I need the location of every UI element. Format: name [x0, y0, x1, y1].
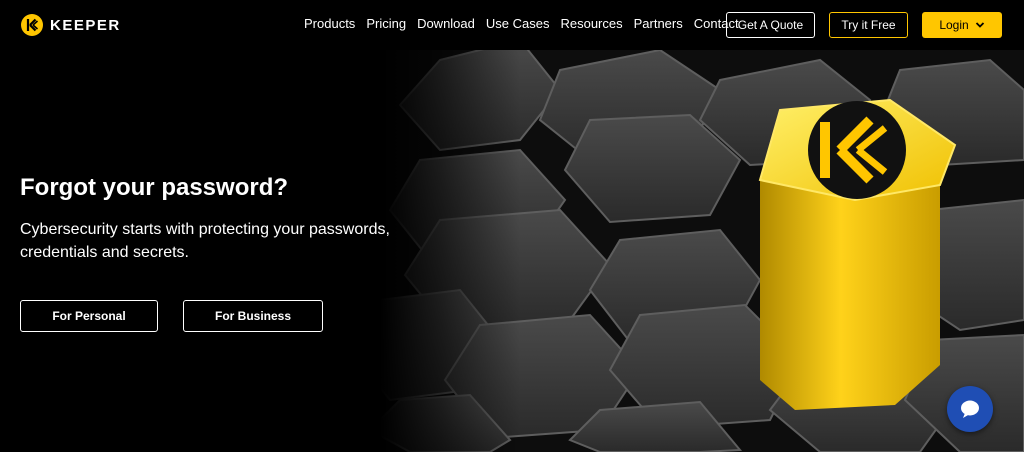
hero-content: Forgot your password? Cybersecurity star… — [20, 170, 420, 264]
for-personal-button[interactable]: For Personal — [20, 300, 158, 332]
main-nav: Products Pricing Download Use Cases Reso… — [304, 16, 750, 31]
chat-bubble-icon — [961, 400, 979, 418]
nav-products[interactable]: Products — [304, 16, 355, 31]
for-business-label: For Business — [214, 309, 292, 323]
logo[interactable]: KEEPER — [20, 13, 121, 37]
get-a-quote-button[interactable]: Get A Quote — [726, 12, 815, 38]
header: KEEPER Products Pricing Download Use Cas… — [0, 0, 1024, 50]
nav-pricing[interactable]: Pricing — [366, 16, 406, 31]
for-business-button[interactable]: For Business — [183, 300, 323, 332]
hero-title: Forgot your password? — [20, 174, 289, 201]
nav-partners[interactable]: Partners — [634, 16, 683, 31]
for-personal-label: For Personal — [52, 309, 126, 323]
chevron-down-icon — [975, 22, 984, 28]
try-it-free-label: Try it Free — [841, 18, 896, 32]
chat-button[interactable] — [947, 386, 993, 432]
nav-download[interactable]: Download — [417, 16, 475, 31]
login-label: Login — [939, 18, 969, 32]
keeper-logo-icon — [21, 14, 43, 36]
hero-subtitle: Cybersecurity starts with protecting you… — [20, 221, 390, 261]
nav-use-cases[interactable]: Use Cases — [486, 16, 550, 31]
brand-name: KEEPER — [50, 16, 121, 34]
login-button[interactable]: Login — [922, 12, 1002, 38]
try-it-free-button[interactable]: Try it Free — [829, 12, 908, 38]
get-a-quote-label: Get A Quote — [737, 18, 804, 32]
nav-resources[interactable]: Resources — [560, 16, 622, 31]
